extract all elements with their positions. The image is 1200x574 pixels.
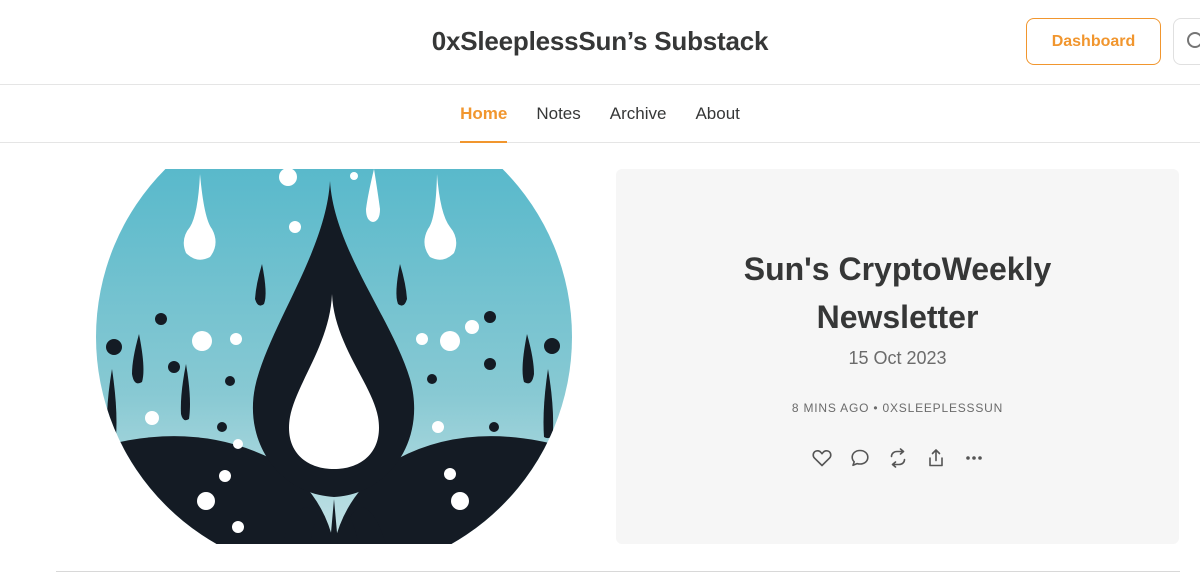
tab-notes[interactable]: Notes [536, 85, 580, 143]
post-card[interactable]: Sun's CryptoWeekly Newsletter 15 Oct 202… [616, 169, 1179, 544]
share-icon[interactable] [926, 448, 946, 468]
dashboard-button[interactable]: Dashboard [1026, 18, 1161, 65]
nav-bar: Home Notes Archive About [0, 85, 1200, 143]
post-date: 15 Oct 2023 [848, 348, 947, 368]
tab-home[interactable]: Home [460, 85, 508, 143]
divider [56, 571, 1180, 572]
restack-icon[interactable] [888, 448, 908, 468]
like-icon[interactable] [811, 448, 832, 468]
post-meta: 8 MINS AGO • 0XSLEEPLESSSUN [791, 401, 1004, 415]
site-title[interactable]: 0xSleeplessSun’s Substack [0, 26, 1200, 57]
post-cover-image[interactable] [72, 169, 600, 544]
tab-about[interactable]: About [695, 85, 739, 143]
tab-archive[interactable]: Archive [610, 85, 667, 143]
header: 0xSleeplessSun’s Substack Dashboard [0, 0, 1200, 85]
nav-tabs: Home Notes Archive About [0, 85, 1200, 143]
more-icon[interactable] [964, 448, 984, 468]
post-title[interactable]: Sun's CryptoWeekly Newsletter [616, 245, 1179, 341]
post-actions [616, 448, 1179, 468]
comment-icon[interactable] [850, 448, 870, 468]
search-button[interactable] [1173, 18, 1200, 65]
